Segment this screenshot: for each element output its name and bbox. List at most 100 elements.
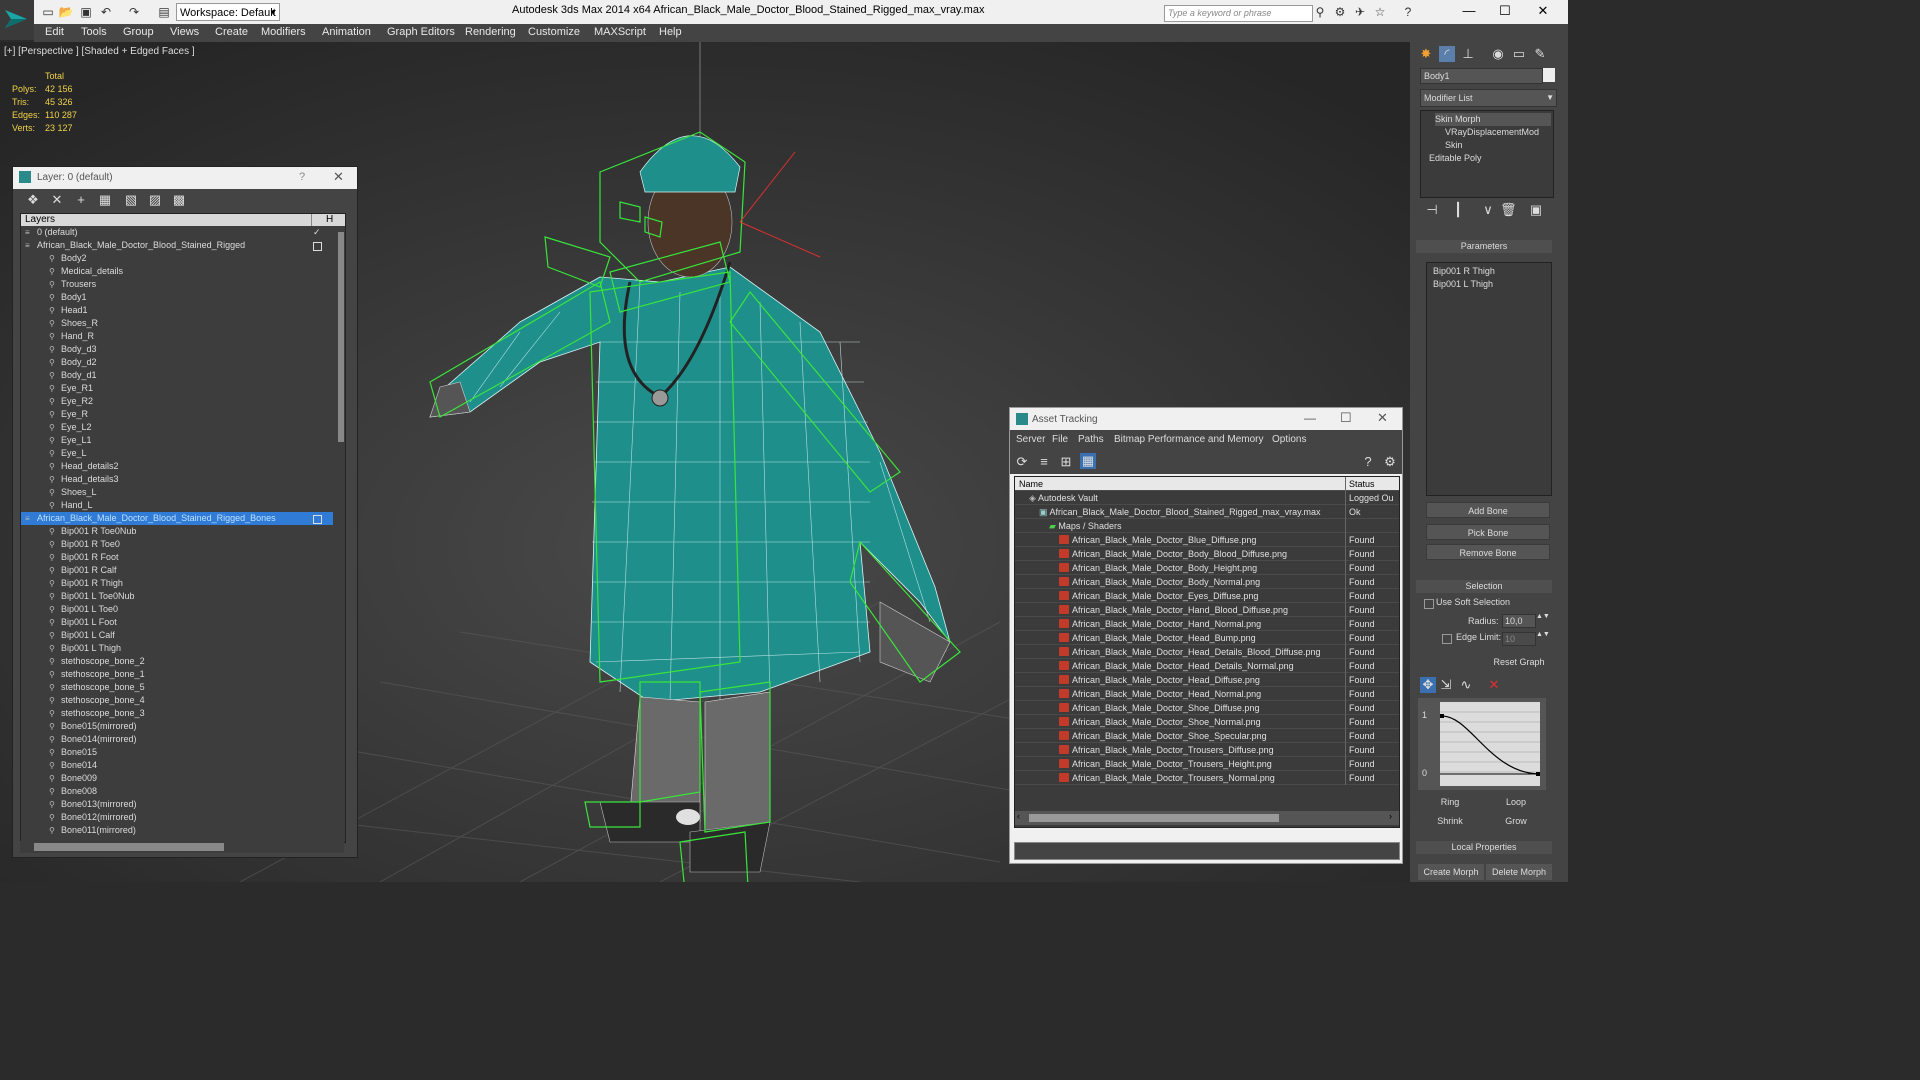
minimize-button[interactable]: —	[1304, 411, 1316, 425]
layer-row[interactable]: ⚲ Trousers	[21, 278, 333, 291]
hide-all-icon[interactable]: ▨	[147, 192, 163, 208]
pick-bone-button[interactable]: Pick Bone	[1426, 524, 1550, 540]
hide-toggle[interactable]	[313, 242, 322, 251]
asset-menu-bitmap[interactable]: Bitmap Performance and Memory	[1114, 434, 1264, 445]
layer-row[interactable]: ⚲ Body1	[21, 291, 333, 304]
layer-row[interactable]: ⚲ Shoes_L	[21, 486, 333, 499]
motion-tab-icon[interactable]: ◉	[1490, 46, 1506, 62]
asset-row[interactable]: ◈ Autodesk Vault Logged Ou	[1015, 491, 1399, 505]
layer-row[interactable]: ⚲ Bip001 R Toe0Nub	[21, 525, 333, 538]
menu-animation[interactable]: Animation	[322, 26, 371, 38]
close-icon[interactable]: ✕	[333, 169, 344, 185]
asset-status-field[interactable]	[1014, 842, 1400, 860]
settings-icon[interactable]: ⚙	[1382, 454, 1398, 470]
asset-row[interactable]: African_Black_Male_Doctor_Shoe_Diffuse.p…	[1015, 701, 1399, 715]
hierarchy-tab-icon[interactable]: ⊥	[1460, 46, 1476, 62]
workspace-dropdown[interactable]: Workspace: Default ▼	[176, 3, 280, 21]
layer-row[interactable]: ⚲ Bip001 R Thigh	[21, 577, 333, 590]
menu-graph-editors[interactable]: Graph Editors	[387, 26, 455, 38]
layer-row[interactable]: ⚲ stethoscope_bone_5	[21, 681, 333, 694]
layer-row[interactable]: ⚲ Shoes_R	[21, 317, 333, 330]
configure-modifier-sets-icon[interactable]: ▣	[1528, 202, 1544, 218]
use-soft-selection-checkbox[interactable]	[1424, 599, 1434, 609]
create-morph-button[interactable]: Create Morph	[1418, 864, 1484, 880]
col-status[interactable]: Status	[1349, 477, 1375, 491]
asset-hscroll-thumb[interactable]	[1029, 814, 1279, 822]
minimize-button[interactable]: —	[1454, 2, 1484, 20]
layer-row[interactable]: ⚲ Bone009	[21, 772, 333, 785]
menu-help[interactable]: Help	[659, 26, 682, 38]
hide-toggle[interactable]	[313, 515, 322, 524]
shrink-button[interactable]: Shrink	[1418, 813, 1482, 829]
layer-row[interactable]: ⚲ Eye_L	[21, 447, 333, 460]
stack-item-vraydisplacement[interactable]: VRayDisplacementMod	[1445, 126, 1539, 139]
layer-row[interactable]: ⚲ Bone008	[21, 785, 333, 798]
reset-graph-button[interactable]: Reset Graph	[1484, 654, 1554, 670]
layer-row[interactable]: ⚲ Eye_R	[21, 408, 333, 421]
ring-button[interactable]: Ring	[1418, 794, 1482, 810]
layer-window-titlebar[interactable]: Layer: 0 (default) ? ✕	[13, 167, 357, 189]
asset-row[interactable]: African_Black_Male_Doctor_Body_Blood_Dif…	[1015, 547, 1399, 561]
asset-row[interactable]: African_Black_Male_Doctor_Body_Height.pn…	[1015, 561, 1399, 575]
add-to-layer-icon[interactable]: +	[73, 192, 89, 208]
subscription-icon[interactable]: ⚙	[1332, 4, 1348, 20]
list-view-icon[interactable]: ≡	[1036, 454, 1052, 470]
project-folder-icon[interactable]: ▤	[156, 4, 172, 20]
layer-horizontal-scrollbar[interactable]	[20, 841, 344, 853]
asset-row[interactable]: African_Black_Male_Doctor_Shoe_Normal.pn…	[1015, 715, 1399, 729]
asset-row[interactable]: African_Black_Male_Doctor_Blue_Diffuse.p…	[1015, 533, 1399, 547]
layer-row[interactable]: ⚲ Body2	[21, 252, 333, 265]
asset-row[interactable]: African_Black_Male_Doctor_Hand_Blood_Dif…	[1015, 603, 1399, 617]
layer-row[interactable]: ⚲ Bone014	[21, 759, 333, 772]
asset-row[interactable]: ▣ African_Black_Male_Doctor_Blood_Staine…	[1015, 505, 1399, 519]
col-layers[interactable]: Layers	[25, 214, 55, 225]
bone-list-item[interactable]: Bip001 R Thigh	[1433, 265, 1495, 278]
falloff-graph[interactable]: 1 0	[1418, 698, 1546, 790]
layer-row[interactable]: ⚲ Bip001 L Calf	[21, 629, 333, 642]
asset-row[interactable]: African_Black_Male_Doctor_Head_Diffuse.p…	[1015, 673, 1399, 687]
pin-stack-icon[interactable]: ⊣	[1424, 202, 1440, 218]
layer-row[interactable]: ⚲ Bip001 L Foot	[21, 616, 333, 629]
modifier-list-dropdown[interactable]: Modifier List ▼	[1420, 89, 1557, 107]
delete-layer-icon[interactable]: ✕	[49, 192, 65, 208]
layer-row[interactable]: ⚲ Head_details2	[21, 460, 333, 473]
make-unique-icon[interactable]: ∨	[1480, 202, 1496, 218]
layer-row[interactable]: ⚲ Bip001 L Toe0	[21, 603, 333, 616]
layer-hscroll-thumb[interactable]	[34, 843, 224, 851]
asset-row[interactable]: African_Black_Male_Doctor_Head_Details_B…	[1015, 645, 1399, 659]
app-logo[interactable]	[0, 0, 34, 40]
asset-menu-server[interactable]: Server	[1016, 434, 1045, 445]
layer-row[interactable]: ⚲ Body_d2	[21, 356, 333, 369]
asset-row[interactable]: African_Black_Male_Doctor_Shoe_Specular.…	[1015, 729, 1399, 743]
layer-row[interactable]: ⚲ Eye_L1	[21, 434, 333, 447]
active-layer-check[interactable]: ✓	[313, 226, 321, 237]
layer-row[interactable]: ⚲ Bip001 R Toe0	[21, 538, 333, 551]
object-name-field[interactable]: Body1	[1420, 68, 1543, 84]
asset-row[interactable]: African_Black_Male_Doctor_Trousers_Heigh…	[1015, 757, 1399, 771]
undo-icon[interactable]: ↶	[98, 4, 114, 20]
stack-item-skin-morph[interactable]: Skin Morph	[1435, 113, 1551, 126]
col-hide[interactable]: H	[326, 214, 333, 225]
menu-customize[interactable]: Customize	[528, 26, 580, 38]
asset-menu-paths[interactable]: Paths	[1078, 434, 1104, 445]
help-icon[interactable]: ?	[1360, 454, 1376, 470]
asset-menu-options[interactable]: Options	[1272, 434, 1306, 445]
layer-row[interactable]: ⚲ Bip001 R Calf	[21, 564, 333, 577]
scale-point-icon[interactable]: ⇲	[1438, 677, 1454, 693]
layer-row[interactable]: ⚲ Bone013(mirrored)	[21, 798, 333, 811]
binoculars-icon[interactable]: ⚲	[1312, 4, 1328, 20]
layer-row[interactable]: ⚲ Bip001 L Thigh	[21, 642, 333, 655]
layer-row[interactable]: ⚲ Bone011(mirrored)	[21, 824, 333, 837]
create-layer-icon[interactable]: ❖	[25, 192, 41, 208]
stack-item-skin[interactable]: Skin	[1445, 139, 1463, 152]
viewport-label[interactable]: [+] [Perspective ] [Shaded + Edged Faces…	[4, 46, 195, 57]
layer-scroll-thumb[interactable]	[338, 232, 344, 442]
layer-row[interactable]: ⚲ Hand_R	[21, 330, 333, 343]
menu-maxscript[interactable]: MAXScript	[594, 26, 646, 38]
close-button[interactable]: ✕	[1377, 410, 1388, 426]
menu-modifiers[interactable]: Modifiers	[261, 26, 306, 38]
layer-row[interactable]: ≡ 0 (default) ✓	[21, 226, 333, 239]
radius-input[interactable]: 10,0	[1502, 614, 1536, 628]
layer-row[interactable]: ⚲ Medical_details	[21, 265, 333, 278]
highlight-layer-icon[interactable]: ▧	[123, 192, 139, 208]
